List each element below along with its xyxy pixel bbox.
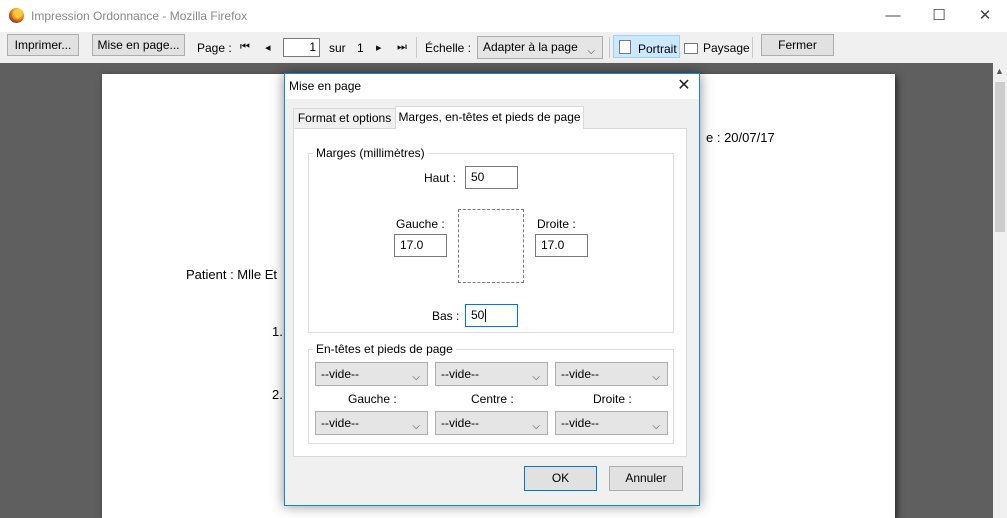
footer-right-value: --vide-- [561,416,599,430]
hf-right-label: Droite : [593,392,632,406]
header-left-select[interactable]: --vide-- ⌵ [315,362,428,386]
footer-left-select[interactable]: --vide-- ⌵ [315,411,428,435]
page-number-input[interactable]: 1 [283,38,320,57]
page-total: 1 [357,41,364,55]
hf-left-label: Gauche : [348,392,397,406]
list-item-number: 1. [272,324,283,339]
bottom-margin-input[interactable]: 50 [465,304,518,327]
toolbar-separator [609,37,610,58]
scale-value: Adapter à la page [483,40,578,54]
next-page-icon[interactable]: ▸ [376,41,382,54]
text-caret [485,309,487,323]
last-page-icon[interactable]: ⏭ [397,41,407,54]
bottom-margin-value: 50 [471,308,485,322]
landscape-page-icon [684,43,698,54]
toolbar-separator [752,37,753,58]
list-item-number: 2. [272,387,283,402]
header-left-value: --vide-- [321,367,359,381]
chevron-down-icon: ⌵ [532,421,540,432]
cancel-button[interactable]: Annuler [609,466,683,491]
right-margin-label: Droite : [537,217,576,231]
of-label: sur [329,41,346,55]
header-center-value: --vide-- [441,367,479,381]
scroll-up-icon[interactable]: ▲ [995,66,1004,76]
header-right-value: --vide-- [561,367,599,381]
toolbar-separator [416,37,417,58]
left-margin-label: Gauche : [396,217,445,231]
hf-center-label: Centre : [471,392,514,406]
previous-page-icon[interactable]: ◂ [265,41,271,54]
chevron-down-icon: ⌵ [532,372,540,383]
scrollbar-thumb[interactable] [995,82,1005,232]
top-margin-label: Haut : [424,171,457,185]
footer-right-select[interactable]: --vide-- ⌵ [555,411,668,435]
right-margin-input[interactable]: 17.0 [535,234,588,257]
header-center-select[interactable]: --vide-- ⌵ [435,362,548,386]
tab-format-options[interactable]: Format et options [293,108,396,129]
close-window-button[interactable]: ✕ [962,4,1007,28]
landscape-label[interactable]: Paysage [703,41,750,55]
chevron-down-icon: ⌵ [412,372,420,383]
print-button[interactable]: Imprimer... [7,34,79,56]
firefox-icon [9,8,24,23]
close-preview-button[interactable]: Fermer [761,34,834,56]
window-title: Impression Ordonnance - Mozilla Firefox [31,9,248,23]
scale-select[interactable]: Adapter à la page ⌵ [477,36,603,59]
tab-margins-headers-footers[interactable]: Marges, en-têtes et pieds de page [395,106,584,129]
patient-text: Patient : Mlle Et [186,267,278,282]
portrait-page-icon [619,40,631,54]
footer-left-value: --vide-- [321,416,359,430]
headers-footers-group-label: En-têtes et pieds de page [313,342,456,356]
header-right-select[interactable]: --vide-- ⌵ [555,362,668,386]
bottom-margin-label: Bas : [432,309,460,323]
chevron-down-icon: ⌵ [652,421,660,432]
margins-group-label: Marges (millimètres) [313,146,428,160]
dialog-close-button[interactable]: ✕ [672,75,696,97]
chevron-down-icon: ⌵ [412,421,420,432]
dialog-title: Mise en page [289,79,362,93]
page-label: Page : [197,41,232,55]
footer-center-value: --vide-- [441,416,479,430]
left-margin-input[interactable]: 17.0 [394,234,447,257]
footer-center-select[interactable]: --vide-- ⌵ [435,411,548,435]
ok-button[interactable]: OK [524,466,597,491]
first-page-icon[interactable]: ⏮ [240,41,250,54]
page-setup-button[interactable]: Mise en page... [92,34,185,56]
scale-label: Échelle : [425,41,472,55]
date-text: e : 20/07/17 [706,130,775,145]
minimize-button[interactable]: — [870,4,916,28]
maximize-button[interactable]: ☐ [916,4,962,28]
margin-preview-box [458,209,524,283]
chevron-down-icon: ⌵ [652,372,660,383]
chevron-down-icon: ⌵ [587,46,595,57]
top-margin-input[interactable]: 50 [465,166,518,189]
portrait-label[interactable]: Portrait [638,42,677,56]
